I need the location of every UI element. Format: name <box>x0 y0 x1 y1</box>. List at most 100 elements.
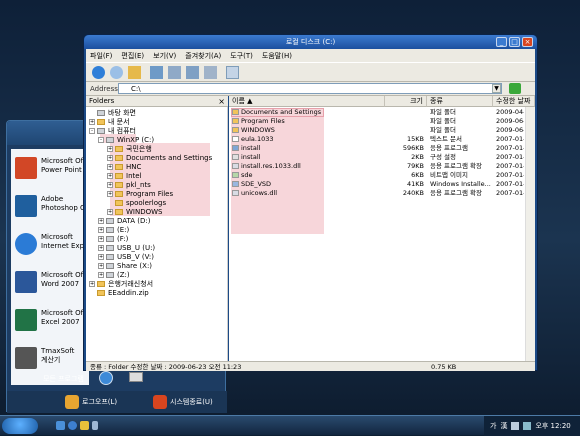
file-row[interactable]: WINDOWS 파일 폴더 2009-06-22 오후 <box>229 126 535 135</box>
ime-hanja-indicator[interactable]: 漢 <box>500 421 507 431</box>
tree-item[interactable]: + 은행거래신청서 <box>89 279 153 288</box>
quicklaunch-desktop-icon[interactable] <box>56 421 65 430</box>
forward-icon[interactable] <box>110 66 123 79</box>
tree-item[interactable]: + Share (X:) <box>98 261 152 270</box>
column-type[interactable]: 종류 <box>427 96 493 107</box>
file-row[interactable]: install.res.1033.dll 79KB 응용 프로그램 확장 2007-0… <box>229 162 535 171</box>
menu-favorites[interactable]: 즐겨찾기(A) <box>185 51 221 61</box>
back-icon[interactable] <box>92 66 105 79</box>
column-size[interactable]: 크기 <box>385 96 427 107</box>
start-item-powerpoint[interactable]: Microsoft Of Power Point <box>13 151 87 187</box>
all-programs-arrow-icon[interactable] <box>99 371 113 385</box>
search-folders-icon[interactable] <box>150 66 163 79</box>
file-size: 15KB <box>407 135 424 143</box>
tree-item[interactable]: + Program Files <box>107 189 173 198</box>
shutdown-button[interactable]: 시스템종료(U) <box>153 394 213 410</box>
folders-header: Folders × <box>86 96 228 107</box>
expander-icon[interactable]: + <box>98 235 104 242</box>
address-input[interactable]: C:\ <box>118 83 502 94</box>
start-item-word[interactable]: Microsoft Of Word 2007 <box>13 265 87 301</box>
tree-item[interactable]: + pkl_nts <box>107 180 151 189</box>
tree-item[interactable]: + USB_U (U:) <box>98 243 155 252</box>
file-size: 79KB <box>407 162 424 170</box>
expander-icon[interactable]: - <box>89 127 95 134</box>
logoff-button[interactable]: 로그오프(L) <box>65 394 117 410</box>
copy-to-icon[interactable] <box>186 66 199 79</box>
file-row[interactable]: install 596KB 응용 프로그램 2007-01-17 오후 <box>229 144 535 153</box>
column-name[interactable]: 이름 ▲ <box>229 96 385 107</box>
title-bar[interactable]: 로컬 디스크 (C:) _ □ × <box>84 35 537 49</box>
file-row[interactable]: SDE_VSD 41KB Windows Installe... 2007-01-17… <box>229 180 535 189</box>
start-item-excel[interactable]: Microsoft Of Excel 2007 <box>13 303 87 339</box>
quicklaunch-ie-icon[interactable] <box>68 421 77 430</box>
menu-view[interactable]: 보기(V) <box>153 51 176 61</box>
file-row[interactable]: install 2KB 구성 설정 2007-01-17 오후 <box>229 153 535 162</box>
search-icon[interactable] <box>226 66 239 79</box>
clock[interactable]: 오후 12:20 <box>535 421 570 431</box>
column-date[interactable]: 수정한 날짜 <box>493 96 535 107</box>
folder-icon <box>115 181 123 188</box>
menu-edit[interactable]: 편집(E) <box>121 51 144 61</box>
start-item-calculator[interactable]: TmaxSoft 계산기 <box>13 341 87 377</box>
tree-item[interactable]: + (E:) <box>98 225 129 234</box>
folder-icon <box>115 208 123 215</box>
expander-icon[interactable]: + <box>107 190 113 197</box>
expander-icon[interactable]: + <box>107 172 113 179</box>
vertical-scrollbar[interactable] <box>525 107 535 361</box>
start-item-photoshop[interactable]: Adobe Photoshop C <box>13 189 87 225</box>
file-row[interactable]: sde 6KB 비트맵 이미지 2007-01-17 오후 <box>229 171 535 180</box>
tree-item[interactable]: EEaddin.zip <box>89 288 149 297</box>
tray-settings-icon[interactable] <box>511 422 520 430</box>
all-programs-label[interactable]: 모든 프로그램 <box>43 374 84 384</box>
tree-item[interactable]: + Documents and Settings <box>107 153 212 162</box>
tree-item[interactable]: + Intel <box>107 171 142 180</box>
menu-file[interactable]: 파일(F) <box>90 51 112 61</box>
tree-item-label: WinXP (C:) <box>117 135 155 144</box>
expander-icon[interactable]: + <box>107 145 113 152</box>
expander-icon[interactable]: + <box>98 217 104 224</box>
file-row[interactable]: unicows.dll 240KB 응용 프로그램 확장 2007-01-17 오후 <box>229 189 535 198</box>
expander-icon[interactable]: + <box>98 271 104 278</box>
address-dropdown-icon[interactable]: ▼ <box>492 84 501 93</box>
minimize-button[interactable]: _ <box>496 37 507 47</box>
folder-up-icon[interactable] <box>128 66 141 79</box>
internet-explorer-icon <box>15 233 37 255</box>
expander-icon[interactable]: + <box>107 208 113 215</box>
maximize-button[interactable]: □ <box>509 37 520 47</box>
expander-icon[interactable]: + <box>98 226 104 233</box>
file-row[interactable]: Documents and Settings 파일 폴더 2009-04-10 오후 <box>229 108 535 117</box>
file-row[interactable]: Program Files 파일 폴더 2009-06-24 오후 <box>229 117 535 126</box>
expander-icon[interactable]: + <box>107 154 113 161</box>
expander-icon[interactable]: + <box>98 253 104 260</box>
move-to-icon[interactable] <box>204 66 217 79</box>
tree-item[interactable]: + HNC <box>107 162 141 171</box>
go-button[interactable] <box>509 83 521 94</box>
expander-icon[interactable]: + <box>107 181 113 188</box>
expander-icon[interactable]: + <box>89 280 95 287</box>
file-row[interactable]: eula.1033 15KB 텍스트 문서 2007-01-17 오후 <box>229 135 535 144</box>
tree-item[interactable]: + WINDOWS <box>107 207 163 216</box>
expander-icon[interactable]: + <box>89 118 95 125</box>
menu-tools[interactable]: 도구(T) <box>230 51 253 61</box>
expander-icon[interactable]: + <box>107 163 113 170</box>
menu-help[interactable]: 도움말(H) <box>262 51 292 61</box>
views-icon[interactable] <box>168 66 181 79</box>
tree-item[interactable]: - 내 컴퓨터 <box>89 126 136 135</box>
quicklaunch-more-icon[interactable] <box>92 421 98 430</box>
close-button[interactable]: × <box>522 37 533 47</box>
tree-item[interactable]: + DATA (D:) <box>98 216 150 225</box>
folders-close-icon[interactable]: × <box>218 96 225 107</box>
tray-network-icon[interactable] <box>523 422 532 430</box>
tree-item[interactable]: spoolerlogs <box>107 198 166 207</box>
word-icon <box>15 271 37 293</box>
expander-icon[interactable]: - <box>98 136 104 143</box>
quicklaunch-star-icon[interactable] <box>80 421 89 430</box>
tree-item[interactable]: + USB_V (V:) <box>98 252 154 261</box>
tree-item[interactable]: + (F:) <box>98 234 128 243</box>
start-button[interactable] <box>2 418 38 434</box>
tree-item[interactable]: + 국민은행 <box>107 144 152 153</box>
expander-icon[interactable]: + <box>98 244 104 251</box>
start-item-internet-explorer[interactable]: Microsoft Internet Exp <box>13 227 87 263</box>
ime-hangul-indicator[interactable]: 가 <box>490 421 496 431</box>
expander-icon[interactable]: + <box>98 262 104 269</box>
